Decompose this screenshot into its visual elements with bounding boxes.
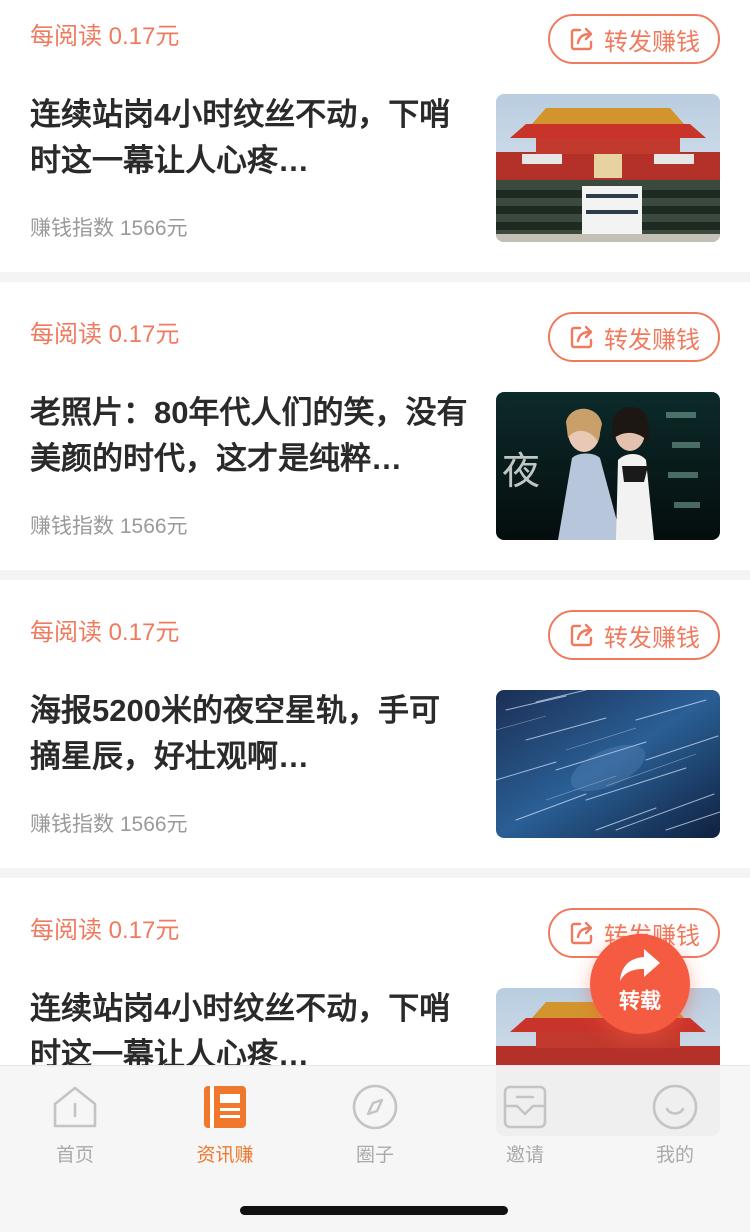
reward-rate: 每阅读 0.17元 — [30, 321, 180, 348]
celebrities-red-carpet-photo[interactable]: 夜 — [496, 392, 720, 540]
card-header: 每阅读 0.17元 转发赚钱 — [30, 14, 720, 64]
share-icon — [570, 325, 593, 349]
tab-profile[interactable]: 我的 — [600, 1082, 750, 1172]
tab-news-earn[interactable]: 资讯赚 — [150, 1082, 300, 1172]
tab-circle[interactable]: 圈子 — [300, 1082, 450, 1172]
forward-arrow-icon — [620, 949, 660, 981]
tab-profile-label: 我的 — [655, 1145, 694, 1166]
card-header: 每阅读 0.17元 转发赚钱 — [30, 312, 720, 362]
news-icon — [204, 1086, 246, 1128]
share-earn-button[interactable]: 转发赚钱 — [548, 312, 720, 362]
reward-rate: 每阅读 0.17元 — [30, 619, 180, 646]
article-title[interactable]: 老照片：80年代人们的笑，没有美颜的时代，这才是纯粹… — [30, 390, 470, 482]
smile-icon — [652, 1084, 698, 1130]
article-title[interactable]: 连续站岗4小时纹丝不动，下哨时这一幕让人心疼… — [30, 986, 470, 1078]
share-icon — [570, 623, 593, 647]
news-card[interactable]: 每阅读 0.17元 转发赚钱 老照片：80年代人们的笑，没有美颜的时代，这才是纯… — [0, 282, 750, 570]
article-title[interactable]: 连续站岗4小时纹丝不动，下哨时这一幕让人心疼… — [30, 92, 470, 184]
tiananmen-parade-photo[interactable] — [496, 94, 720, 242]
earning-index: 赚钱指数 1566元 — [30, 217, 188, 240]
inbox-icon — [503, 1085, 547, 1129]
tab-invite[interactable]: 邀请 — [450, 1082, 600, 1172]
compass-icon — [352, 1084, 398, 1130]
share-earn-button[interactable]: 转发赚钱 — [548, 610, 720, 660]
share-earn-label: 转发赚钱 — [604, 28, 700, 56]
news-card[interactable]: 每阅读 0.17元 转发赚钱 海报5200米的夜空星轨，手可摘星辰，好壮观啊… … — [0, 580, 750, 868]
repost-fab-label: 转载 — [619, 990, 661, 1013]
share-earn-label: 转发赚钱 — [604, 624, 700, 652]
svg-text:夜: 夜 — [502, 449, 540, 493]
tab-news-earn-label: 资讯赚 — [196, 1145, 254, 1166]
star-trails-night-sky-photo[interactable] — [496, 690, 720, 838]
tab-invite-label: 邀请 — [505, 1145, 544, 1166]
tab-circle-label: 圈子 — [355, 1145, 394, 1166]
tab-home-label: 首页 — [55, 1145, 94, 1166]
share-earn-button[interactable]: 转发赚钱 — [548, 14, 720, 64]
home-icon — [53, 1086, 97, 1128]
reward-rate: 每阅读 0.17元 — [30, 917, 180, 944]
share-icon — [570, 27, 593, 51]
repost-fab-button[interactable]: 转载 — [590, 934, 690, 1034]
article-title[interactable]: 海报5200米的夜空星轨，手可摘星辰，好壮观啊… — [30, 688, 470, 780]
earning-index: 赚钱指数 1566元 — [30, 515, 188, 538]
share-icon — [570, 921, 593, 945]
news-card[interactable]: 每阅读 0.17元 转发赚钱 连续站岗4小时纹丝不动，下哨时这一幕让人心疼… 赚… — [0, 0, 750, 272]
tab-home[interactable]: 首页 — [0, 1082, 150, 1172]
reward-rate: 每阅读 0.17元 — [30, 23, 180, 50]
share-earn-label: 转发赚钱 — [604, 326, 700, 354]
card-header: 每阅读 0.17元 转发赚钱 — [30, 610, 720, 660]
home-indicator — [240, 1206, 508, 1215]
earning-index: 赚钱指数 1566元 — [30, 813, 188, 836]
